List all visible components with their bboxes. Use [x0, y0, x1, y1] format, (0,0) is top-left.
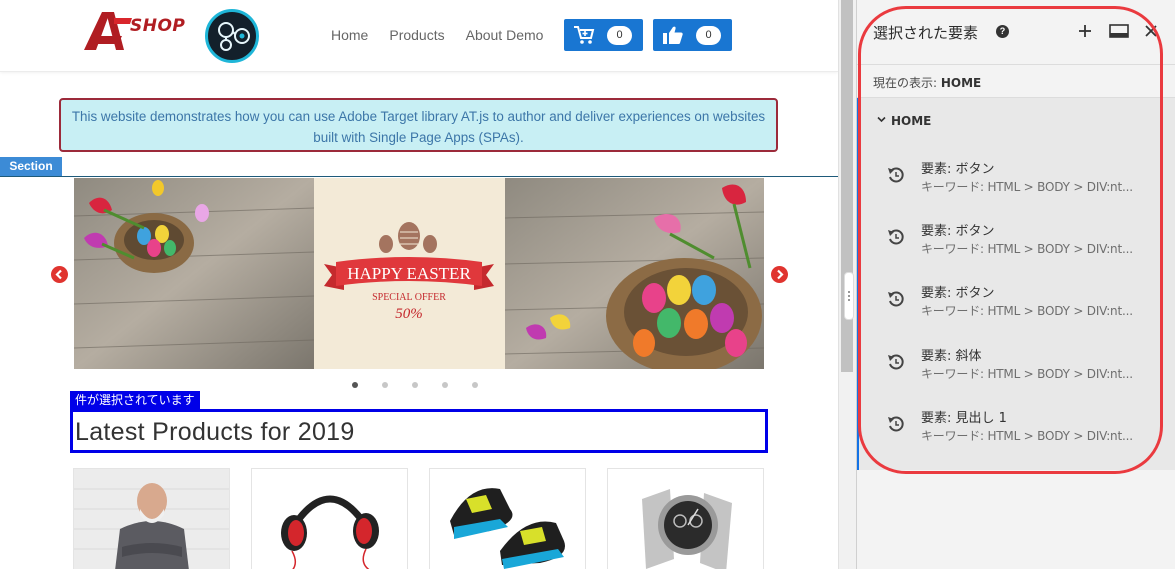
undo-icon[interactable] — [887, 353, 905, 371]
undo-icon[interactable] — [887, 166, 905, 184]
latest-products-heading[interactable]: Latest Products for 2019 — [75, 418, 355, 447]
change-title: 要素: ボタン — [921, 286, 995, 301]
product-image-watch — [642, 489, 732, 569]
carousel-prev-button[interactable] — [51, 266, 68, 283]
current-view-label: 現在の表示: — [873, 76, 938, 90]
banner-headline: HAPPY EASTER — [347, 264, 471, 283]
like-button[interactable]: 0 — [653, 19, 732, 51]
change-item[interactable]: 要素: ボタン キーワード: HTML > BODY > DIV:nt... — [859, 220, 1175, 280]
shop-logo[interactable]: SHOP — [84, 10, 196, 54]
undo-icon[interactable] — [887, 290, 905, 308]
website-preview: SHOP Home Products About Demo 0 0 This w… — [0, 0, 838, 569]
demo-logo-icon — [205, 9, 259, 63]
banner-subline: SPECIAL OFFER — [372, 292, 446, 303]
carousel-indicators — [352, 382, 478, 388]
change-selector: キーワード: HTML > BODY > DIV:nt... — [921, 242, 1133, 256]
product-card-sneakers[interactable] — [429, 468, 586, 569]
change-title: 要素: 見出し 1 — [921, 411, 1007, 426]
change-title: 要素: ボタン — [921, 224, 995, 239]
carousel-dot[interactable] — [412, 382, 418, 388]
carousel-dot[interactable] — [472, 382, 478, 388]
carousel-dot[interactable] — [352, 382, 358, 388]
site-header: SHOP Home Products About Demo 0 0 — [0, 0, 838, 72]
carousel-next-button[interactable] — [771, 266, 788, 283]
nav-home[interactable]: Home — [331, 27, 368, 43]
demo-notice: This website demonstrates how you can us… — [59, 98, 778, 152]
chevron-right-icon — [777, 269, 784, 280]
banner-graphic: HAPPY EASTER SPECIAL OFFER 50% — [74, 178, 764, 369]
change-selector: キーワード: HTML > BODY > DIV:nt... — [921, 429, 1133, 443]
add-icon[interactable] — [1078, 24, 1092, 38]
product-card-headphones[interactable] — [251, 468, 408, 569]
undo-icon[interactable] — [887, 415, 905, 433]
selection-tag[interactable]: 件が選択されています — [70, 391, 200, 410]
product-image-headphones — [281, 495, 379, 569]
carousel-dot[interactable] — [442, 382, 448, 388]
logo-a-mark — [84, 12, 132, 50]
product-image-man — [74, 469, 229, 569]
cart-button[interactable]: 0 — [564, 19, 643, 51]
like-count-badge: 0 — [696, 26, 721, 45]
view-group-home[interactable]: HOME 要素: ボタン キーワード: HTML > BODY > DIV:nt… — [857, 98, 1175, 470]
nav-products[interactable]: Products — [389, 27, 444, 43]
help-icon[interactable]: ? — [996, 25, 1009, 38]
easter-banner-image[interactable]: HAPPY EASTER SPECIAL OFFER 50% — [74, 178, 764, 369]
group-label: HOME — [891, 114, 932, 128]
carousel-dot[interactable] — [382, 382, 388, 388]
cart-count-badge: 0 — [607, 26, 632, 45]
nav-about-demo[interactable]: About Demo — [466, 27, 544, 43]
section-outline — [0, 176, 838, 177]
change-item[interactable]: 要素: ボタン キーワード: HTML > BODY > DIV:nt... — [859, 282, 1175, 342]
panel-title: 選択された要素 — [873, 24, 979, 42]
cart-icon — [574, 26, 595, 44]
product-card-man[interactable] — [73, 468, 230, 569]
change-item[interactable]: 要素: 見出し 1 キーワード: HTML > BODY > DIV:nt... — [859, 407, 1175, 467]
selected-heading-outline[interactable]: Latest Products for 2019 — [70, 409, 768, 453]
product-image-sneakers — [450, 488, 565, 569]
undo-icon[interactable] — [887, 228, 905, 246]
section-tag[interactable]: Section — [0, 157, 62, 176]
chevron-down-icon[interactable] — [877, 116, 886, 123]
divider — [857, 64, 1175, 65]
change-selector: キーワード: HTML > BODY > DIV:nt... — [921, 367, 1133, 381]
dock-panel-icon[interactable] — [1109, 24, 1129, 38]
thumbs-up-icon — [663, 26, 683, 44]
selected-elements-panel: 選択された要素 ? 現在の表示: HOME HOME 要素: ボタン キーワード… — [856, 0, 1175, 569]
panel-resize-handle[interactable] — [844, 272, 854, 320]
main-nav: Home Products About Demo — [331, 27, 543, 43]
change-title: 要素: ボタン — [921, 162, 995, 177]
change-title: 要素: 斜体 — [921, 349, 982, 364]
product-card-watch[interactable] — [607, 468, 764, 569]
current-view: 現在の表示: HOME — [873, 74, 981, 91]
close-icon[interactable] — [1144, 24, 1158, 38]
chevron-left-icon — [55, 269, 62, 280]
change-selector: キーワード: HTML > BODY > DIV:nt... — [921, 180, 1133, 194]
banner-discount: 50% — [395, 306, 423, 322]
logo-text: SHOP — [130, 16, 186, 36]
change-item[interactable]: 要素: 斜体 キーワード: HTML > BODY > DIV:nt... — [859, 345, 1175, 405]
change-item[interactable]: 要素: ボタン キーワード: HTML > BODY > DIV:nt... — [859, 158, 1175, 218]
current-view-value: HOME — [940, 76, 982, 90]
change-selector: キーワード: HTML > BODY > DIV:nt... — [921, 304, 1133, 318]
